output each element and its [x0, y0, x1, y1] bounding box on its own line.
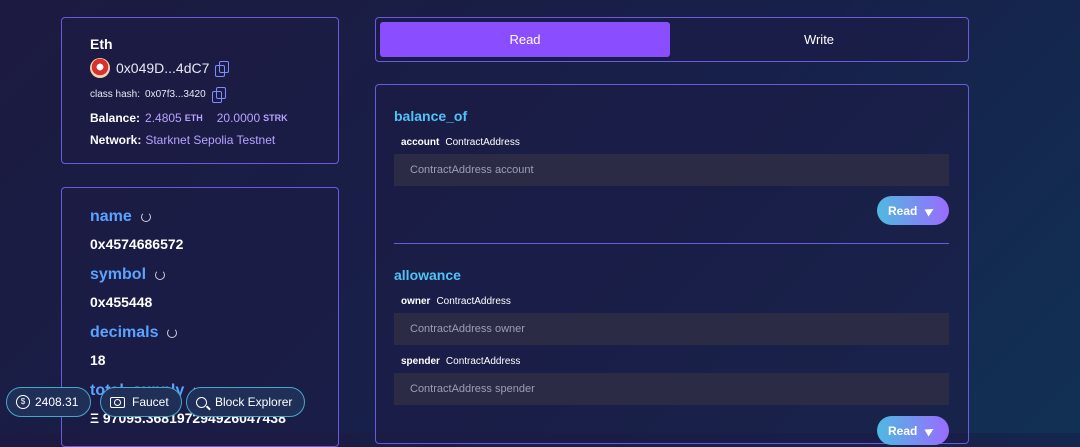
param-name: spender	[401, 356, 440, 367]
avatar	[90, 58, 110, 78]
network-label: Network:	[90, 133, 142, 147]
faucet-button[interactable]: Faucet	[100, 387, 182, 417]
balance-label: Balance:	[90, 111, 141, 125]
network-value: Starknet Sepolia Testnet	[145, 133, 276, 147]
variable-label: decimals	[90, 324, 159, 341]
balance-row: Balance: 2.4805 ETH 20.0000 STRK	[90, 111, 288, 125]
tab-read[interactable]: Read	[380, 22, 670, 57]
variable-symbol-label: symbol	[90, 266, 166, 284]
balance-eth: 2.4805	[145, 111, 182, 125]
variable-name-label: name	[90, 208, 151, 226]
read-button[interactable]: Read	[877, 416, 949, 445]
contract-address[interactable]: 0x049D...4dC7	[116, 60, 209, 76]
eth-unit: ETH	[184, 113, 203, 123]
send-icon	[924, 425, 936, 436]
read-functions-panel: balance_of account ContractAddress Read a…	[375, 84, 969, 445]
param-name: owner	[401, 296, 431, 307]
block-explorer-button[interactable]: Block Explorer	[186, 387, 306, 417]
refresh-icon[interactable]	[140, 212, 151, 222]
function-title: balance_of	[394, 108, 468, 124]
param-name: account	[401, 137, 440, 148]
variable-value: 18	[90, 352, 106, 368]
copy-icon[interactable]	[211, 87, 226, 103]
divider	[394, 243, 949, 244]
search-icon	[196, 396, 207, 408]
variable-value: 0x4574686572	[90, 236, 184, 252]
block-explorer-label: Block Explorer	[215, 395, 293, 409]
variable-decimals-label: decimals	[90, 324, 178, 342]
address-row: 0x049D...4dC7	[90, 58, 230, 78]
balance-strk: 20.0000	[216, 111, 261, 125]
variable-value: 0x455448	[90, 294, 153, 310]
dollar-icon: $	[16, 395, 30, 409]
contract-name: Eth	[90, 36, 113, 52]
owner-input[interactable]	[394, 313, 949, 345]
class-hash-row: class hash: 0x07f3...3420	[90, 87, 226, 103]
variable-label: symbol	[90, 266, 147, 283]
read-write-tabs: Read Write	[375, 17, 969, 62]
tab-write[interactable]: Write	[674, 22, 964, 57]
param-label: owner ContractAddress	[401, 296, 511, 307]
network-row: Network: Starknet Sepolia Testnet	[90, 133, 275, 147]
contract-info-card: Eth 0x049D...4dC7 class hash: 0x07f3...3…	[61, 17, 339, 164]
strk-unit: STRK	[263, 113, 288, 123]
copy-icon[interactable]	[215, 60, 230, 77]
faucet-icon	[110, 396, 125, 408]
eth-price-button[interactable]: $ 2408.31	[6, 387, 92, 417]
refresh-icon[interactable]	[167, 328, 178, 338]
function-title: allowance	[394, 267, 461, 283]
param-type: ContractAddress	[436, 296, 511, 307]
send-icon	[924, 205, 936, 216]
param-type: ContractAddress	[445, 137, 520, 148]
read-button-label: Read	[888, 203, 918, 218]
class-hash-value[interactable]: 0x07f3...3420	[145, 89, 206, 100]
eth-price: 2408.31	[35, 395, 79, 409]
spender-input[interactable]	[394, 373, 949, 405]
param-label: account ContractAddress	[401, 137, 520, 148]
read-button[interactable]: Read	[877, 196, 949, 225]
refresh-icon[interactable]	[155, 270, 166, 280]
read-button-label: Read	[888, 423, 918, 438]
class-hash-label: class hash:	[90, 89, 141, 100]
variable-label: name	[90, 208, 132, 225]
param-label: spender ContractAddress	[401, 356, 520, 367]
faucet-label: Faucet	[132, 395, 169, 409]
param-type: ContractAddress	[445, 356, 521, 367]
account-input[interactable]	[394, 154, 949, 186]
